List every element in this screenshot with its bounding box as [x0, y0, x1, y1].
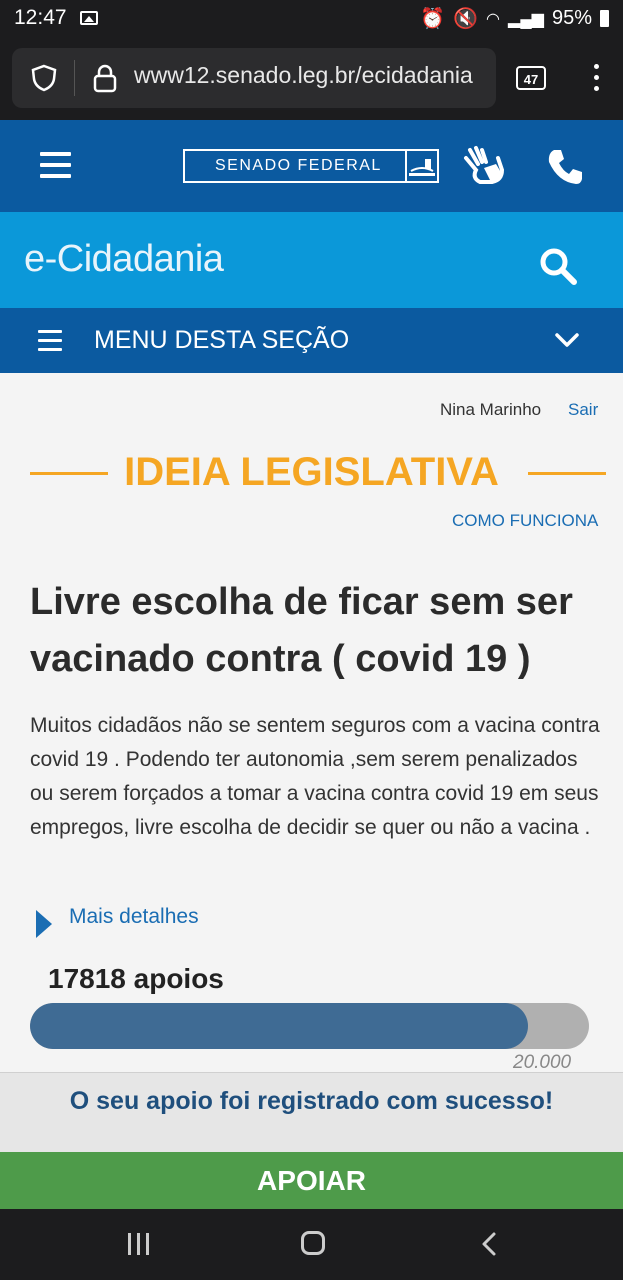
tab-count-button[interactable]: 47: [516, 66, 546, 90]
recent-apps-icon[interactable]: [128, 1233, 152, 1257]
support-progress-fill: [30, 1003, 528, 1049]
idea-description: Muitos cidadãos não se sentem seguros co…: [30, 714, 600, 839]
support-progress-bar: [30, 1003, 589, 1049]
success-banner: O seu apoio foi registrado com sucesso!: [0, 1072, 623, 1153]
main-menu-icon[interactable]: [40, 152, 71, 178]
browser-toolbar: www12.senado.leg.br/ecidadania 47: [0, 40, 623, 120]
support-button[interactable]: APOIAR: [0, 1152, 623, 1209]
brand-name: SENADO FEDERAL: [215, 157, 382, 174]
more-details-link[interactable]: Mais detalhes: [69, 905, 199, 929]
mute-icon: 🔇: [453, 8, 479, 30]
logout-link[interactable]: Sair: [568, 400, 598, 420]
overflow-menu-icon[interactable]: [592, 64, 600, 96]
signal-icon: ▂▄▆: [508, 10, 544, 28]
alarm-icon: ⏰: [420, 8, 446, 30]
site-title[interactable]: e-Cidadania: [24, 238, 224, 281]
section-title: IDEIA LEGISLATIVA: [124, 450, 499, 494]
section-menu-icon: [38, 330, 62, 352]
success-message: O seu apoio foi registrado com sucesso!: [69, 1087, 554, 1115]
logo-divider: [405, 151, 407, 181]
ecidadania-bar: e-Cidadania: [0, 212, 623, 308]
phone-icon[interactable]: [546, 148, 584, 186]
search-icon[interactable]: [538, 246, 578, 286]
home-icon[interactable]: [301, 1231, 325, 1255]
system-nav-bar: [0, 1209, 623, 1280]
section-menu[interactable]: MENU DESTA SEÇÃO: [0, 308, 623, 373]
support-goal: 20.000: [513, 1052, 572, 1073]
address-bar[interactable]: www12.senado.leg.br/ecidadania: [12, 48, 496, 108]
wifi-icon: ◠: [486, 10, 501, 28]
support-count: 17818 apoios: [48, 963, 224, 994]
status-icons: ⏰ 🔇 ◠ ▂▄▆ 95%: [420, 6, 609, 31]
battery-level: 95%: [551, 7, 592, 29]
how-it-works-link[interactable]: COMO FUNCIONA: [452, 511, 598, 531]
expand-arrow-icon[interactable]: [36, 910, 52, 938]
status-bar: 12:47 ⏰ 🔇 ◠ ▂▄▆ 95%: [0, 0, 623, 40]
idea-title: Livre escolha de ficar sem ser vacinado …: [30, 581, 573, 680]
senado-logo[interactable]: SENADO FEDERAL: [183, 149, 439, 183]
senado-building-icon: [409, 159, 435, 176]
clock: 12:47: [14, 6, 67, 29]
gallery-icon: [80, 11, 98, 25]
url-text[interactable]: www12.senado.leg.br/ecidadania: [134, 62, 473, 89]
shield-icon[interactable]: [30, 64, 58, 92]
sign-language-icon[interactable]: [462, 144, 508, 188]
user-name: Nina Marinho: [440, 400, 542, 419]
address-divider: [74, 60, 75, 96]
back-icon[interactable]: [480, 1231, 498, 1257]
battery-icon: [600, 10, 609, 27]
site-header: SENADO FEDERAL: [0, 120, 623, 212]
section-menu-label: MENU DESTA SEÇÃO: [94, 326, 350, 354]
chevron-down-icon: [555, 333, 579, 347]
lock-icon: [93, 64, 117, 93]
